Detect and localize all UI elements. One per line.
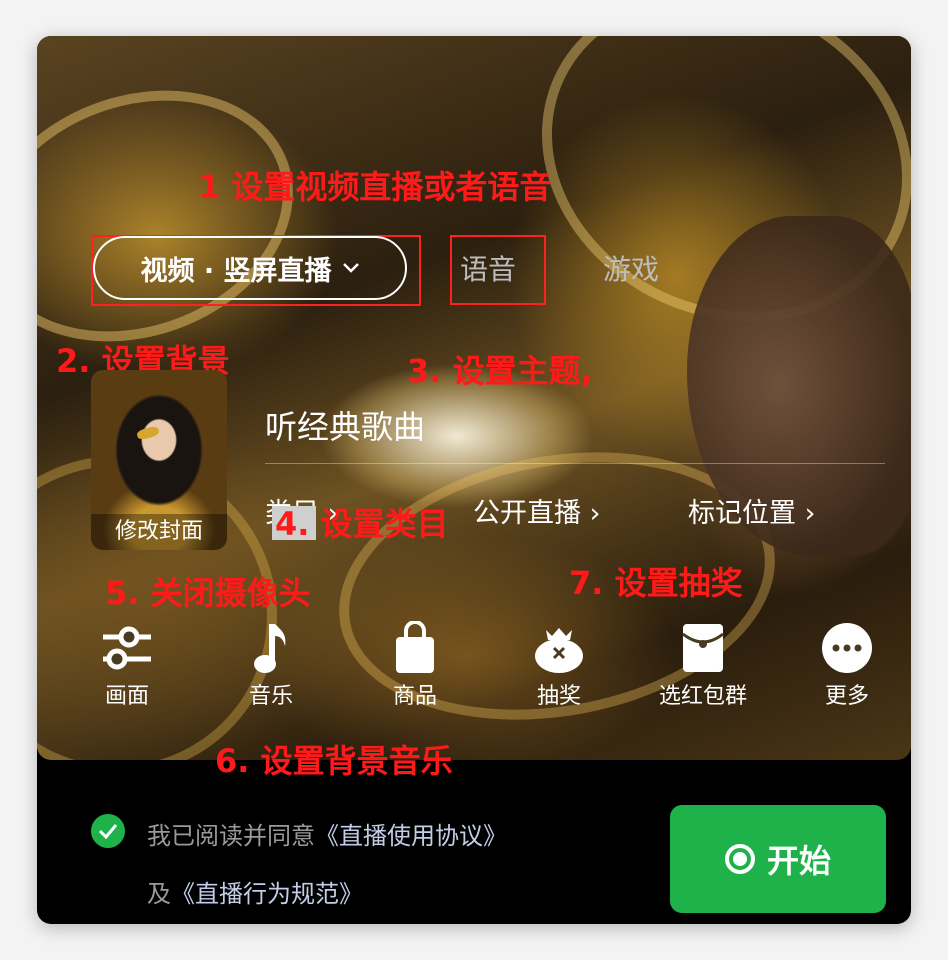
mask-detail — [136, 425, 160, 441]
agree-checkbox[interactable] — [91, 814, 125, 848]
live-setup-panel: 1 设置视频直播或者语音 视频 · 竖屏直播 语音 游戏 2. 设置背景 3. … — [37, 36, 911, 924]
agreement-prefix: 我已阅读并同意 — [147, 822, 315, 850]
usage-agreement-link[interactable]: 《直播使用协议》 — [315, 822, 507, 850]
behavior-code-link[interactable]: 《直播行为规范》 — [171, 880, 363, 908]
checkmark-icon — [98, 824, 118, 839]
tool-more[interactable]: 更多 — [797, 618, 897, 710]
start-button[interactable]: 开始 — [670, 805, 886, 913]
sliders-icon — [97, 618, 157, 678]
live-record-icon — [724, 844, 755, 874]
agreement-line-2: 及《直播行为规范》 — [147, 874, 363, 909]
tool-picture[interactable]: 画面 — [77, 618, 177, 710]
tool-label: 更多 — [824, 684, 869, 709]
public-live-label: 公开直播 — [473, 498, 581, 529]
change-cover-label: 修改封面 — [91, 514, 227, 550]
more-icon — [817, 618, 877, 678]
location-label: 标记位置 — [688, 498, 796, 529]
red-envelope-icon — [673, 618, 733, 678]
annotation-4: 4. 设置类目 — [275, 505, 449, 543]
chevron-down-icon — [342, 263, 359, 273]
lucky-bag-icon — [529, 618, 589, 678]
annotation-7: 7. 设置抽奖 — [569, 564, 743, 602]
annotation-1: 1 设置视频直播或者语音 — [198, 168, 552, 206]
tool-label: 商品 — [392, 684, 437, 709]
annotation-5: 5. 关闭摄像头 — [105, 574, 311, 612]
tool-red-envelope-group[interactable]: 选红包群 — [653, 618, 753, 710]
cover-image[interactable]: 修改封面 — [91, 370, 227, 550]
mode-selector-button[interactable]: 视频 · 竖屏直播 — [93, 236, 407, 300]
divider — [265, 463, 885, 464]
tool-lottery[interactable]: 抽奖 — [509, 618, 609, 710]
tool-products[interactable]: 商品 — [365, 618, 465, 710]
tool-label: 选红包群 — [658, 684, 747, 709]
music-note-icon — [241, 618, 301, 678]
tool-label: 抽奖 — [536, 684, 581, 709]
location-option[interactable]: 标记位置 › — [688, 491, 815, 530]
tab-game[interactable]: 游戏 — [603, 248, 659, 288]
tool-label: 音乐 — [248, 684, 293, 709]
annotation-3: 3. 设置主题, — [407, 352, 593, 390]
public-live-option[interactable]: 公开直播 › — [473, 491, 600, 530]
tab-voice[interactable]: 语音 — [460, 248, 516, 288]
tool-music[interactable]: 音乐 — [221, 618, 321, 710]
start-button-label: 开始 — [766, 842, 831, 880]
agreement-line-1: 我已阅读并同意《直播使用协议》 — [147, 816, 507, 851]
agreement-and: 及 — [147, 880, 171, 908]
annotation-6: 6. 设置背景音乐 — [215, 742, 453, 780]
mode-selected-label: 视频 · 竖屏直播 — [140, 255, 332, 287]
live-title-input[interactable]: 听经典歌曲 — [265, 402, 425, 448]
tool-label: 画面 — [104, 684, 149, 709]
shopping-bag-icon — [385, 618, 445, 678]
